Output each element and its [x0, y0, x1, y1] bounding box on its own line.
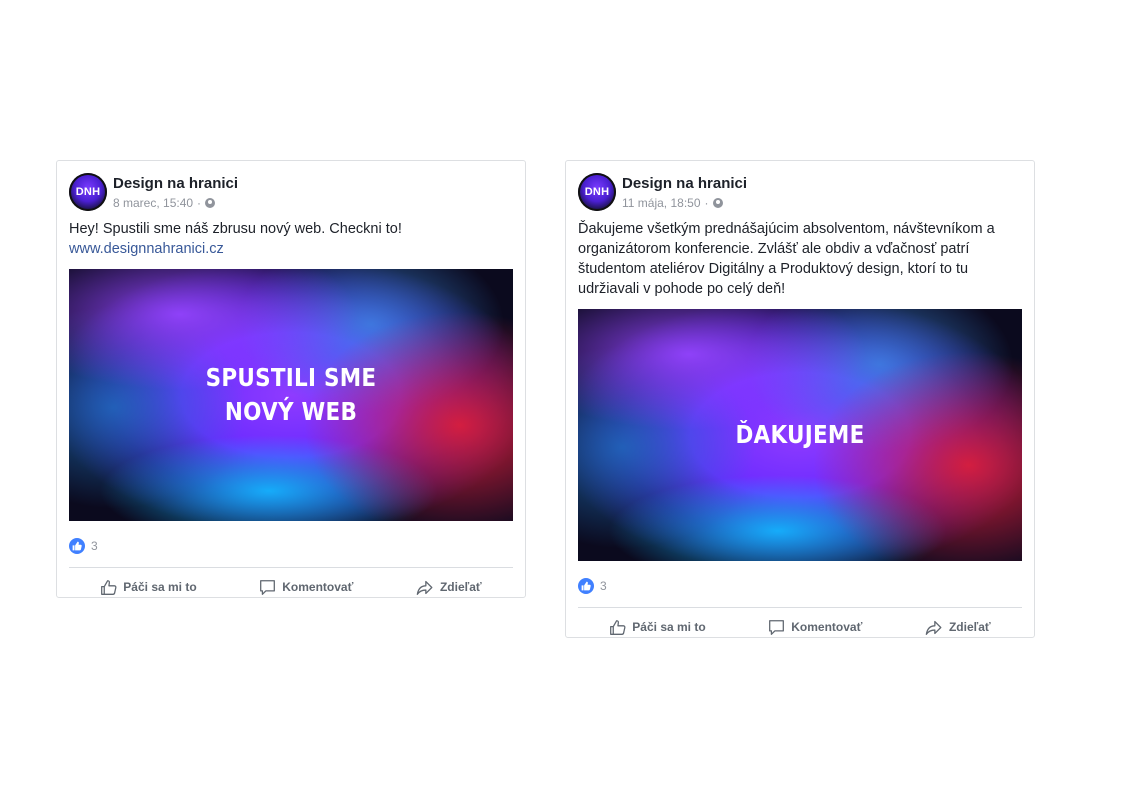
- share-button[interactable]: Zdieľať: [416, 579, 482, 596]
- post-text: Ďakujeme všetkým prednášajúcim absolvent…: [566, 213, 1034, 299]
- facebook-post: DNH Design na hranici 11 mája, 18:50 · Ď…: [565, 160, 1035, 638]
- image-caption-line: SPUSTILI SME: [205, 363, 377, 392]
- like-button[interactable]: Páči sa mi to: [100, 579, 197, 596]
- post-timestamp[interactable]: 11 mája, 18:50: [622, 196, 701, 210]
- meta-separator: ·: [704, 196, 709, 210]
- post-link[interactable]: www.designnahranici.cz: [69, 239, 513, 259]
- globe-icon: [205, 198, 216, 208]
- share-label: Zdieľať: [948, 620, 991, 634]
- thumbs-up-icon: [100, 579, 117, 596]
- post-timestamp[interactable]: 8 marec, 15:40: [113, 196, 193, 210]
- like-reaction-icon: [69, 538, 85, 554]
- image-caption-line: NOVÝ WEB: [224, 397, 358, 426]
- facebook-post: DNH Design na hranici 8 marec, 15:40 · H…: [56, 160, 526, 598]
- comment-button[interactable]: Komentovať: [259, 579, 353, 596]
- comment-icon: [259, 579, 276, 596]
- like-label: Páči sa mi to: [123, 580, 197, 594]
- comment-label: Komentovať: [791, 620, 863, 634]
- comment-button[interactable]: Komentovať: [768, 619, 862, 636]
- post-message: Hey! Spustili sme náš zbrusu nový web. C…: [69, 221, 402, 237]
- post-text: Hey! Spustili sme náš zbrusu nový web. C…: [57, 213, 525, 259]
- post-image[interactable]: ĎAKUJEME: [578, 309, 1022, 561]
- meta-separator: ·: [197, 196, 202, 210]
- image-caption-line: ĎAKUJEME: [735, 420, 865, 449]
- image-caption: ĎAKUJEME: [609, 309, 991, 561]
- share-button[interactable]: Zdieľať: [925, 619, 991, 636]
- comment-icon: [768, 619, 785, 636]
- page-avatar[interactable]: DNH: [578, 173, 616, 211]
- comment-label: Komentovať: [282, 580, 354, 594]
- reaction-count: 3: [91, 539, 98, 553]
- like-label: Páči sa mi to: [632, 620, 706, 634]
- page-avatar[interactable]: DNH: [69, 173, 107, 211]
- thumbs-up-icon: [609, 619, 626, 636]
- action-bar: Páči sa mi to Komentovať Zdieľať: [57, 568, 525, 606]
- share-label: Zdieľať: [439, 580, 482, 594]
- post-image[interactable]: SPUSTILI SME NOVÝ WEB: [69, 269, 513, 521]
- share-arrow-icon: [416, 579, 434, 596]
- globe-icon: [712, 198, 723, 208]
- post-meta: 8 marec, 15:40 ·: [113, 196, 216, 210]
- action-bar: Páči sa mi to Komentovať Zdieľať: [566, 608, 1034, 646]
- post-meta: 11 mája, 18:50 ·: [622, 196, 723, 210]
- page-name-link[interactable]: Design na hranici: [113, 175, 238, 192]
- page-name-link[interactable]: Design na hranici: [622, 175, 747, 192]
- like-button[interactable]: Páči sa mi to: [609, 619, 706, 636]
- reactions-summary[interactable]: 3: [566, 561, 1034, 597]
- reaction-count: 3: [600, 579, 607, 593]
- post-message: Ďakujeme všetkým prednášajúcim absolvent…: [578, 221, 995, 297]
- share-arrow-icon: [925, 619, 943, 636]
- post-header: DNH Design na hranici 11 mája, 18:50 ·: [566, 161, 1034, 213]
- like-reaction-icon: [578, 578, 594, 594]
- post-header: DNH Design na hranici 8 marec, 15:40 ·: [57, 161, 525, 213]
- reactions-summary[interactable]: 3: [57, 521, 525, 557]
- image-caption: SPUSTILI SME NOVÝ WEB: [100, 269, 482, 521]
